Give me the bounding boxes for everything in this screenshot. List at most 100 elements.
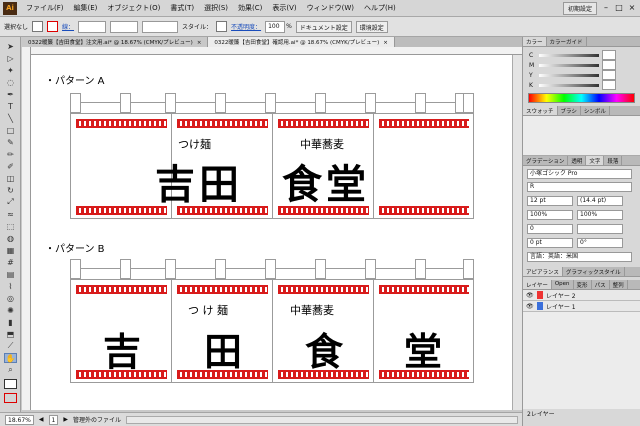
artboard-tool-icon[interactable]: ⬒ bbox=[4, 329, 17, 339]
tab-open[interactable]: Open bbox=[552, 280, 574, 289]
menu-select[interactable]: 選択(S) bbox=[199, 3, 233, 13]
color-spectrum[interactable] bbox=[528, 93, 635, 103]
type-tool-icon[interactable]: T bbox=[4, 101, 17, 111]
close-icon[interactable]: × bbox=[627, 3, 637, 13]
vertical-scrollbar[interactable] bbox=[512, 55, 522, 410]
eraser-tool-icon[interactable]: ◫ bbox=[4, 173, 17, 183]
page-field[interactable]: 1 bbox=[48, 414, 59, 425]
menu-file[interactable]: ファイル(F) bbox=[21, 3, 69, 13]
menu-view[interactable]: 表示(V) bbox=[267, 3, 301, 13]
artboard-canvas[interactable]: ・パターン A つけ麺 中華蕎麦 吉田 食堂 ・パターン B つ け 麺 中華蕎… bbox=[31, 55, 522, 410]
slice-tool-icon[interactable]: ⟋ bbox=[4, 341, 17, 351]
shape-builder-tool-icon[interactable]: ◍ bbox=[4, 233, 17, 243]
baseline-field[interactable]: 0 pt bbox=[527, 238, 573, 248]
horizontal-scrollbar[interactable] bbox=[125, 415, 518, 424]
tab-appearance[interactable]: アピアランス bbox=[523, 267, 563, 276]
pen-tool-icon[interactable]: ✒ bbox=[4, 89, 17, 99]
next-page-icon[interactable]: ▶ bbox=[63, 416, 68, 423]
stroke-color-icon[interactable] bbox=[4, 393, 17, 403]
tab-order-file[interactable]: 0322暖簾【吉田食堂】注文用.ai* @ 18.67% (CMYK/プレビュー… bbox=[22, 37, 209, 47]
tab-brushes[interactable]: ブラシ bbox=[558, 106, 581, 115]
symbol-sprayer-tool-icon[interactable]: ✺ bbox=[4, 305, 17, 315]
hand-tool-icon[interactable]: ✋ bbox=[4, 353, 17, 363]
preferences-button[interactable]: 環境設定 bbox=[355, 20, 388, 33]
line-tool-icon[interactable]: ╲ bbox=[4, 113, 17, 123]
horizontal-ruler[interactable] bbox=[31, 47, 522, 55]
color-row-m[interactable]: M bbox=[523, 60, 640, 70]
tab-character[interactable]: 文字 bbox=[586, 156, 605, 165]
kerning-field[interactable] bbox=[577, 224, 623, 234]
leading-field[interactable]: (14.4 pt) bbox=[577, 196, 623, 206]
color-row-y[interactable]: Y bbox=[523, 70, 640, 80]
workspace-switcher[interactable]: 初期設定 bbox=[562, 1, 597, 15]
style-swatch[interactable] bbox=[216, 21, 228, 32]
gradient-tool-icon[interactable]: ▤ bbox=[4, 269, 17, 279]
stroke-weight-field[interactable] bbox=[78, 20, 107, 33]
tab-graphic-styles[interactable]: グラフィックスタイル bbox=[563, 267, 625, 276]
tracking-field[interactable]: 0 bbox=[527, 224, 573, 234]
graph-tool-icon[interactable]: ▮ bbox=[4, 317, 17, 327]
menu-help[interactable]: ヘルプ(H) bbox=[359, 3, 401, 13]
menu-object[interactable]: オブジェクト(O) bbox=[102, 3, 165, 13]
tab-gradient[interactable]: グラデーション bbox=[523, 156, 569, 165]
menu-window[interactable]: ウィンドウ(W) bbox=[302, 3, 359, 13]
eyedropper-tool-icon[interactable]: ⌇ bbox=[4, 281, 17, 291]
tab-paragraph[interactable]: 段落 bbox=[604, 156, 623, 165]
variable-width-field[interactable] bbox=[110, 20, 139, 33]
font-family-field[interactable]: 小塚ゴシック Pro bbox=[527, 169, 632, 179]
tab-swatches[interactable]: スウォッチ bbox=[523, 106, 558, 115]
layer-row[interactable]: 👁 レイヤー 2 bbox=[523, 290, 640, 301]
tab-layers[interactable]: レイヤー bbox=[523, 280, 552, 289]
layer-row[interactable]: 👁 レイヤー 1 bbox=[523, 301, 640, 312]
stroke-label[interactable]: 線： bbox=[62, 22, 74, 31]
tab-pathfinder[interactable]: パス bbox=[592, 280, 610, 289]
blob-brush-tool-icon[interactable]: ✐ bbox=[4, 161, 17, 171]
font-style-field[interactable]: R bbox=[527, 182, 632, 192]
tab-transform[interactable]: 変形 bbox=[574, 280, 592, 289]
stroke-swatch[interactable] bbox=[47, 21, 59, 32]
tab-transparency[interactable]: 透明 bbox=[568, 156, 587, 165]
document-setup-button[interactable]: ドキュメント設定 bbox=[295, 20, 352, 33]
tab-color-guide[interactable]: カラーガイド bbox=[547, 37, 587, 46]
perspective-grid-tool-icon[interactable]: ▦ bbox=[4, 245, 17, 255]
eye-icon[interactable]: 👁 bbox=[526, 292, 534, 299]
menu-effect[interactable]: 効果(C) bbox=[233, 3, 267, 13]
lasso-tool-icon[interactable]: ◌ bbox=[4, 77, 17, 87]
horizontal-scale-field[interactable]: 100% bbox=[577, 210, 623, 220]
rotation-field[interactable]: 0° bbox=[577, 238, 623, 248]
pencil-tool-icon[interactable]: ✏ bbox=[4, 149, 17, 159]
mesh-tool-icon[interactable]: # bbox=[4, 257, 17, 267]
tab-align[interactable]: 整列 bbox=[610, 280, 628, 289]
close-icon[interactable]: × bbox=[383, 40, 388, 46]
paintbrush-tool-icon[interactable]: ✎ bbox=[4, 137, 17, 147]
maximize-icon[interactable]: □ bbox=[614, 3, 624, 13]
opacity-field[interactable]: 100 bbox=[265, 20, 286, 33]
noren-pattern-b[interactable]: つ け 麺 中華蕎麦 吉 田 食 堂 bbox=[70, 258, 474, 383]
menu-edit[interactable]: 編集(E) bbox=[69, 3, 103, 13]
free-transform-tool-icon[interactable]: ⬚ bbox=[4, 221, 17, 231]
selection-tool-icon[interactable]: ➤ bbox=[4, 41, 17, 51]
zoom-field[interactable]: 18.67% bbox=[5, 414, 34, 425]
close-icon[interactable]: × bbox=[197, 40, 202, 46]
font-size-field[interactable]: 12 pt bbox=[527, 196, 573, 206]
tab-symbols[interactable]: シンボル bbox=[581, 106, 610, 115]
minimize-icon[interactable]: – bbox=[601, 3, 611, 13]
zoom-tool-icon[interactable]: ⌕ bbox=[4, 365, 17, 375]
opacity-label[interactable]: 不透明度： bbox=[231, 22, 261, 31]
tab-color[interactable]: カラー bbox=[523, 37, 547, 46]
color-row-c[interactable]: C bbox=[523, 50, 640, 60]
vertical-ruler[interactable] bbox=[22, 47, 31, 410]
eye-icon[interactable]: 👁 bbox=[526, 303, 534, 310]
vertical-scale-field[interactable]: 100% bbox=[527, 210, 573, 220]
menu-type[interactable]: 書式(T) bbox=[165, 3, 199, 13]
tab-confirm-file[interactable]: 0322暖簾【吉田食堂】確認用.ai* @ 18.67% (CMYK/プレビュー… bbox=[208, 37, 395, 47]
rotate-tool-icon[interactable]: ↻ bbox=[4, 185, 17, 195]
direct-selection-tool-icon[interactable]: ▷ bbox=[4, 53, 17, 63]
fill-swatch[interactable] bbox=[32, 21, 44, 32]
brush-field[interactable] bbox=[142, 20, 179, 33]
noren-pattern-a[interactable]: つけ麺 中華蕎麦 吉田 食堂 bbox=[70, 92, 474, 219]
blend-tool-icon[interactable]: ◎ bbox=[4, 293, 17, 303]
language-field[interactable]: 言語：英語：米国 bbox=[527, 252, 632, 262]
fill-color-icon[interactable] bbox=[4, 379, 17, 389]
rectangle-tool-icon[interactable]: □ bbox=[4, 125, 17, 135]
